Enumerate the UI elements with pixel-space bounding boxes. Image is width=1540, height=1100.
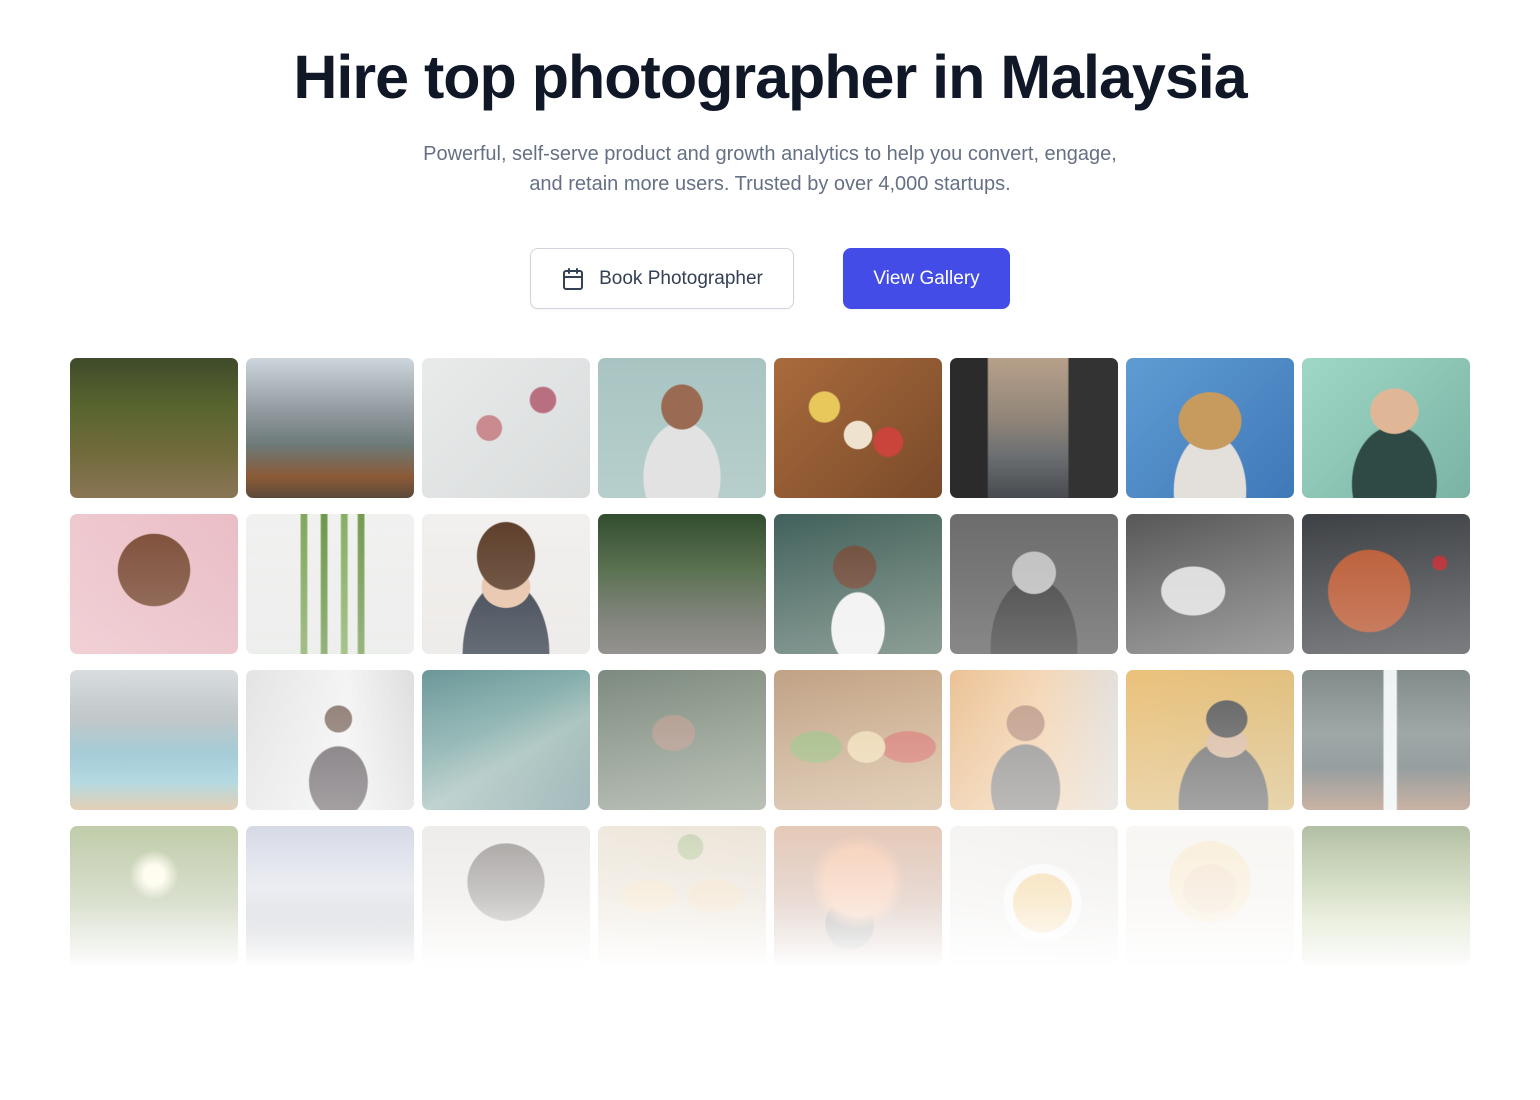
gallery-photo-man-with-glasses[interactable] <box>1302 358 1470 498</box>
gallery-photo-bw-woman-profile[interactable] <box>1126 514 1294 654</box>
gallery-photo-person-silhouette[interactable] <box>774 826 942 966</box>
gallery-photo-soup-bowl[interactable] <box>950 826 1118 966</box>
gallery-photo-man-in-suit[interactable] <box>246 670 414 810</box>
gallery-photo-woman-city-window[interactable] <box>950 670 1118 810</box>
gallery-photo-mountain-lake-boats[interactable] <box>246 358 414 498</box>
gallery-photo-woman-afro-dark[interactable] <box>422 826 590 966</box>
gallery-photo-flat-lay-flowers[interactable] <box>422 358 590 498</box>
gallery-photo-woman-in-jungle[interactable] <box>598 670 766 810</box>
photo-gallery-grid <box>70 358 1470 998</box>
gallery-photo-milky-way[interactable] <box>422 670 590 810</box>
gallery-photo-bw-woman-portrait[interactable] <box>950 514 1118 654</box>
gallery-photo-man-beanie[interactable] <box>1126 670 1294 810</box>
gallery-photo-lake-boat-mountains[interactable] <box>70 670 238 810</box>
hero-subtitle-line: and retain more users. Trusted by over 4… <box>529 173 1011 195</box>
gallery-photo-woman-portrait-smiling[interactable] <box>598 358 766 498</box>
gallery-photo-young-man-portrait[interactable] <box>422 514 590 654</box>
page-title: Hire top photographer in Malaysia <box>293 43 1247 111</box>
gallery-photo-wraps-flat-lay[interactable] <box>598 826 766 966</box>
gallery-photo-toast-platter[interactable] <box>774 670 942 810</box>
view-gallery-label: View Gallery <box>873 267 980 289</box>
gallery-photo-waterfall[interactable] <box>1302 670 1470 810</box>
book-photographer-button[interactable]: Book Photographer <box>530 248 794 309</box>
gallery-photo-forest-bridge[interactable] <box>598 514 766 654</box>
gallery-photo-laughing-woman-curly-hair[interactable] <box>1126 358 1294 498</box>
book-photographer-label: Book Photographer <box>599 267 763 289</box>
gallery-photo-green-moss[interactable] <box>1302 826 1470 966</box>
gallery-photo-mountain-dusk[interactable] <box>246 826 414 966</box>
gallery-photo-food-platter[interactable] <box>774 358 942 498</box>
gallery-photo-woman-afro-pink[interactable] <box>70 514 238 654</box>
gallery-photo-forest-path[interactable] <box>70 358 238 498</box>
view-gallery-button[interactable]: View Gallery <box>843 248 1010 309</box>
gallery-photo-sunlit-trees[interactable] <box>70 826 238 966</box>
gallery-photo-stir-fry-pan[interactable] <box>1302 514 1470 654</box>
gallery-photo-asparagus[interactable] <box>246 514 414 654</box>
gallery-photo-sea-cliffs-sunset[interactable] <box>950 358 1118 498</box>
gallery-photo-woman-white-top[interactable] <box>774 514 942 654</box>
hero-subtitle: Powerful, self-serve product and growth … <box>370 139 1170 199</box>
gallery-photo-blonde-woman[interactable] <box>1126 826 1294 966</box>
hero-subtitle-line: Powerful, self-serve product and growth … <box>423 143 1117 165</box>
calendar-icon <box>561 267 585 291</box>
